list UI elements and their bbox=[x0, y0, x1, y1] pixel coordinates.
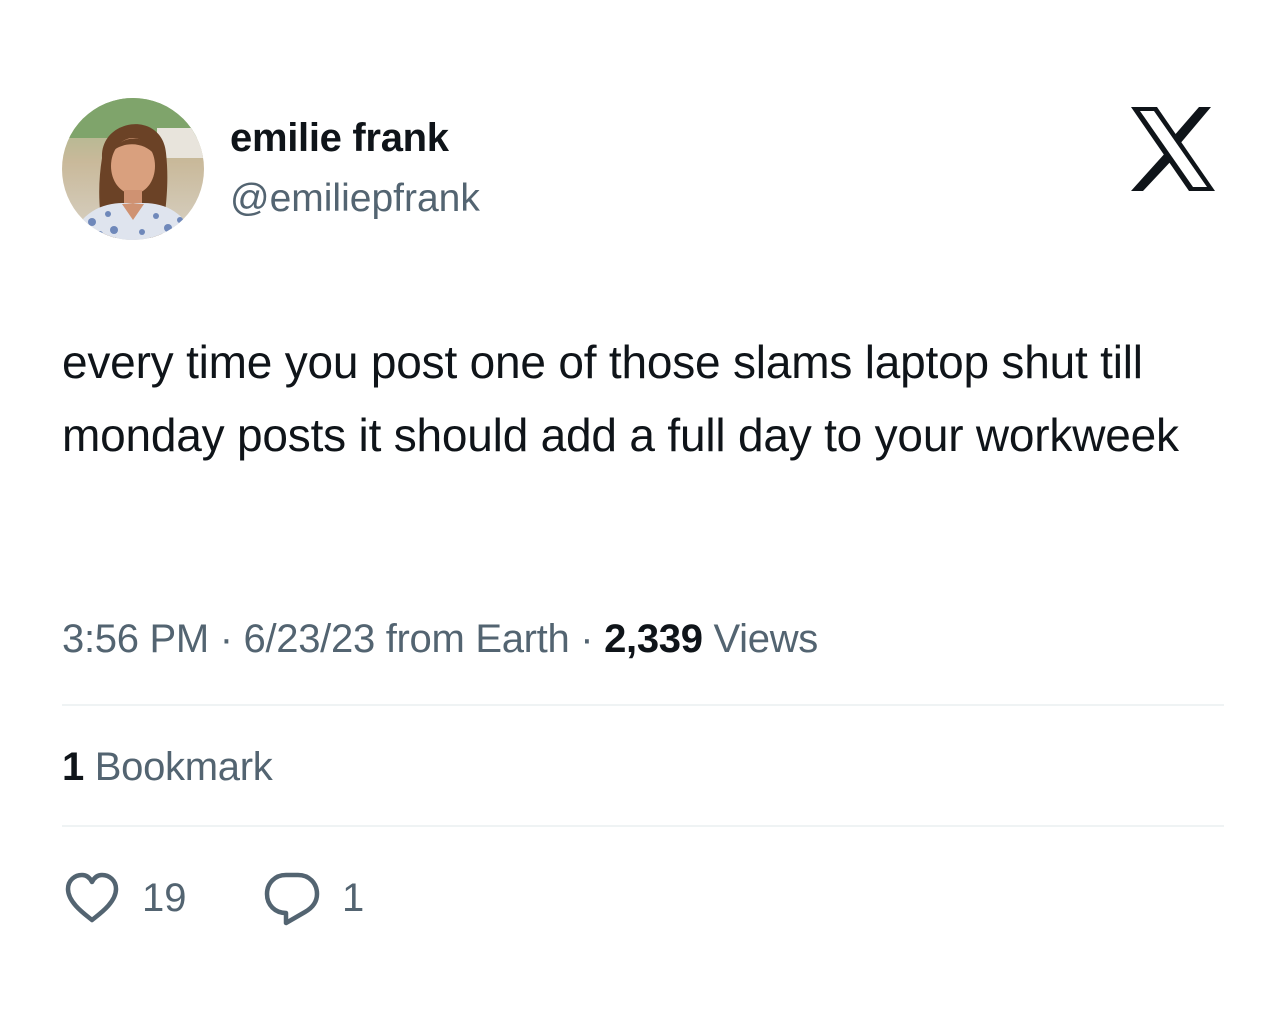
views-count: 2,339 bbox=[604, 617, 703, 661]
reply-icon bbox=[264, 872, 320, 926]
views-label: Views bbox=[702, 617, 819, 661]
reply-count: 1 bbox=[342, 875, 365, 920]
tweet-date[interactable]: 6/23/23 bbox=[244, 617, 376, 661]
divider bbox=[62, 704, 1224, 706]
tweet-text: every time you post one of those slams l… bbox=[62, 336, 1179, 461]
meta-separator: · bbox=[208, 617, 244, 661]
tweet-card: emilie frank @emiliepfrank every time yo… bbox=[0, 0, 1284, 1027]
avatar-photo bbox=[62, 98, 204, 240]
divider bbox=[62, 825, 1224, 827]
like-count: 19 bbox=[142, 875, 187, 920]
author-handle[interactable]: @emiliepfrank bbox=[230, 177, 480, 221]
like-button[interactable]: 19 bbox=[62, 866, 187, 930]
bookmark-count: 1 bbox=[62, 745, 84, 789]
bookmarks-stat[interactable]: 1 Bookmark bbox=[62, 745, 273, 790]
tweet-meta: 3:56 PM · 6/23/23 from Earth · 2,339 Vie… bbox=[62, 617, 818, 662]
reply-button[interactable]: 1 bbox=[262, 866, 364, 930]
heart-icon bbox=[65, 872, 119, 923]
author-display-name[interactable]: emilie frank bbox=[230, 116, 449, 161]
avatar[interactable] bbox=[62, 98, 204, 240]
bookmark-label: Bookmark bbox=[83, 745, 273, 789]
x-logo-icon[interactable] bbox=[1127, 105, 1219, 193]
meta-separator: · bbox=[569, 617, 605, 661]
tweet-time[interactable]: 3:56 PM bbox=[62, 617, 209, 661]
tweet-source: from Earth bbox=[374, 617, 570, 661]
